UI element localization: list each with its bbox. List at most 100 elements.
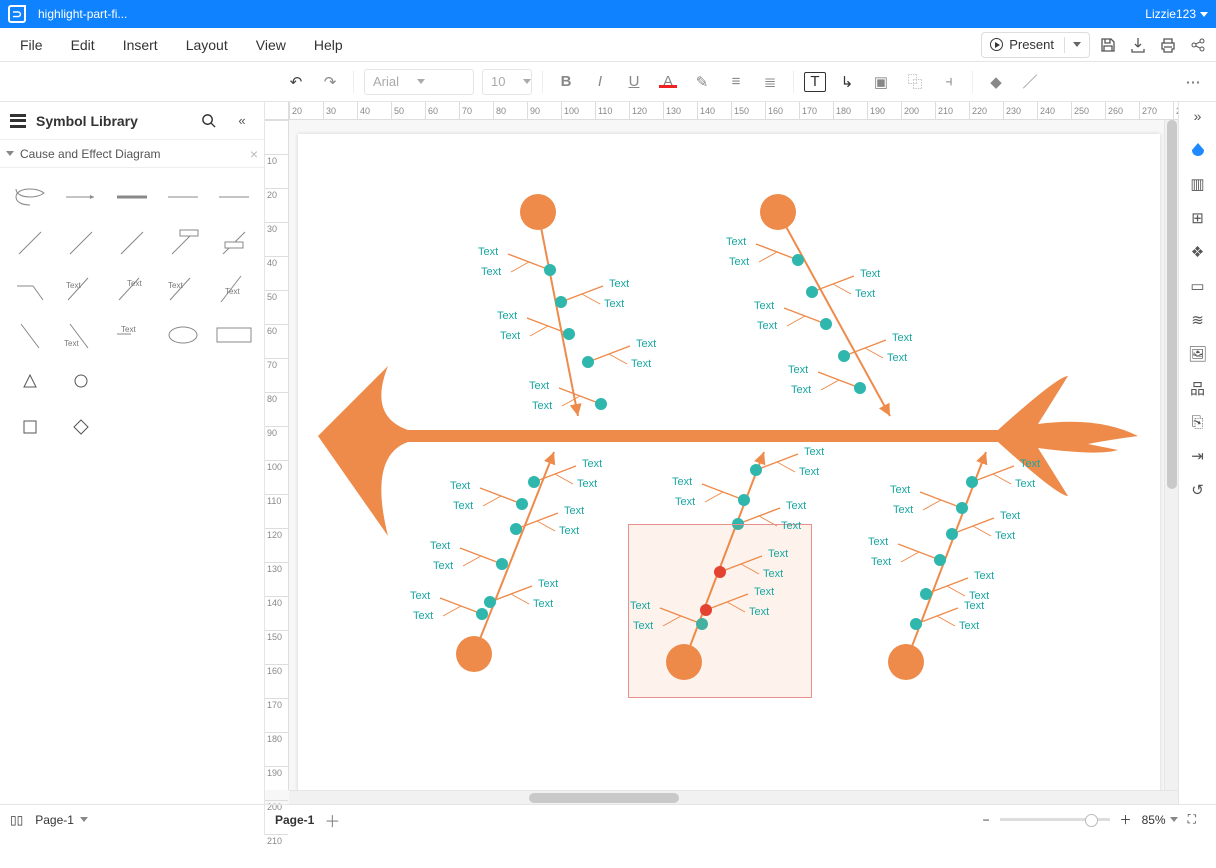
rib-sublabel[interactable]: Text [757,320,777,332]
menu-insert[interactable]: Insert [109,28,172,62]
menu-layout[interactable]: Layout [172,28,242,62]
rib-sublabel[interactable]: Text [675,496,695,508]
bold-button[interactable]: B [553,73,579,90]
container-button[interactable]: ▣ [868,73,894,91]
rib-sublabel[interactable]: Text [995,530,1015,542]
stencil-item[interactable] [6,222,53,264]
stencil-item[interactable]: Text [108,268,155,310]
rib-node[interactable] [934,554,946,566]
stencil-item[interactable] [160,314,207,356]
history-icon[interactable]: ↺ [1188,480,1208,500]
present-button[interactable]: Present [981,32,1090,58]
rib-label[interactable]: Text [788,364,808,376]
rib-node[interactable] [563,328,575,340]
presentation-icon[interactable]: ▭ [1188,276,1208,296]
stencil-item[interactable] [57,222,104,264]
more-button[interactable]: ⋯ [1180,73,1206,91]
rib-sublabel[interactable]: Text [559,525,579,537]
stencil-item[interactable] [160,360,207,402]
rib-sublabel[interactable]: Text [604,298,624,310]
rib-label[interactable]: Text [868,536,888,548]
apps-icon[interactable]: ⊞ [1188,208,1208,228]
rib-label[interactable]: Text [860,268,880,280]
rib-sublabel[interactable]: Text [631,358,651,370]
theme-icon[interactable] [1188,140,1208,160]
line-spacing-button[interactable]: ≣ [757,73,783,91]
insert-image-icon[interactable]: ▥ [1188,174,1208,194]
data-icon[interactable]: ≋ [1188,310,1208,330]
rib-node[interactable] [750,464,762,476]
rib-sublabel[interactable]: Text [871,556,891,568]
rib-label[interactable]: Text [497,310,517,322]
outline-icon[interactable]: ▯▯ [10,813,23,827]
stencil-item[interactable] [57,406,104,448]
rib-node[interactable] [582,356,594,368]
zoom-value[interactable]: 85% [1142,813,1178,827]
font-color-button[interactable]: A [655,73,681,90]
save-icon[interactable] [1096,33,1120,57]
picture-icon[interactable]: 🖼 [1188,344,1208,364]
underline-button[interactable]: U [621,73,647,90]
rib-label[interactable]: Text [890,484,910,496]
rib-sublabel[interactable]: Text [481,266,501,278]
rib-label[interactable]: Text [754,586,774,598]
zoom-out-button[interactable]: − [983,813,990,827]
stencil-item[interactable] [108,360,155,402]
rib-label[interactable]: Text [538,578,558,590]
rib-label[interactable]: Text [582,458,602,470]
auto-layout-icon[interactable]: ⇥ [1188,446,1208,466]
stencil-item[interactable] [108,176,155,218]
rib-label[interactable]: Text [786,500,806,512]
rib-node[interactable] [820,318,832,330]
stencil-item[interactable]: Text [108,314,155,356]
horizontal-scrollbar[interactable] [289,790,1178,804]
rib-sublabel[interactable]: Text [781,520,801,532]
stencil-item[interactable] [57,360,104,402]
rib-sublabel[interactable]: Text [1015,478,1035,490]
stencil-item[interactable]: Text [211,268,258,310]
page-tab[interactable]: Page-1 [275,813,314,827]
font-size-select[interactable]: 10 [482,69,532,95]
rib-label[interactable]: Text [410,590,430,602]
close-icon[interactable]: × [250,146,258,162]
stencil-item[interactable] [160,222,207,264]
rib-node[interactable] [544,264,556,276]
rib-sublabel[interactable]: Text [887,352,907,364]
rib-label[interactable]: Text [430,540,450,552]
stencil-item[interactable] [108,222,155,264]
rib-node[interactable] [738,494,750,506]
rib-node[interactable] [484,596,496,608]
rib-sublabel[interactable]: Text [763,568,783,580]
font-family-select[interactable]: Arial [364,69,474,95]
rib-sublabel[interactable]: Text [577,478,597,490]
vertical-scrollbar[interactable] [1164,120,1178,790]
print-icon[interactable] [1156,33,1180,57]
rib-label[interactable]: Text [478,246,498,258]
search-icon[interactable] [196,109,220,133]
rib-sublabel[interactable]: Text [532,400,552,412]
rib-node[interactable] [555,296,567,308]
menu-edit[interactable]: Edit [57,28,109,62]
stencil-item[interactable] [6,314,53,356]
stencil-item[interactable]: Text [57,314,104,356]
stencil-item[interactable] [211,314,258,356]
stencil-item[interactable] [6,406,53,448]
rib-node[interactable] [956,502,968,514]
stroke-button[interactable]: ／ [1017,71,1043,92]
rib-sublabel[interactable]: Text [413,610,433,622]
group-button[interactable]: ⿻ [902,71,928,92]
stencil-item[interactable]: Text [57,268,104,310]
align-button[interactable]: ≡ [723,73,749,90]
rib-label[interactable]: Text [754,300,774,312]
fill-button[interactable]: ◆ [983,73,1009,91]
menu-file[interactable]: File [6,28,57,62]
highlight-button[interactable]: ✎ [689,73,715,91]
branch-d1[interactable] [474,452,554,654]
collapse-left-icon[interactable]: « [230,109,254,133]
stencil-item[interactable]: Text [160,268,207,310]
rib-node[interactable] [966,476,978,488]
rib-label[interactable]: Text [768,548,788,560]
stencil-item[interactable] [160,176,207,218]
rib-sublabel[interactable]: Text [959,620,979,632]
branch-origin[interactable] [520,194,556,230]
